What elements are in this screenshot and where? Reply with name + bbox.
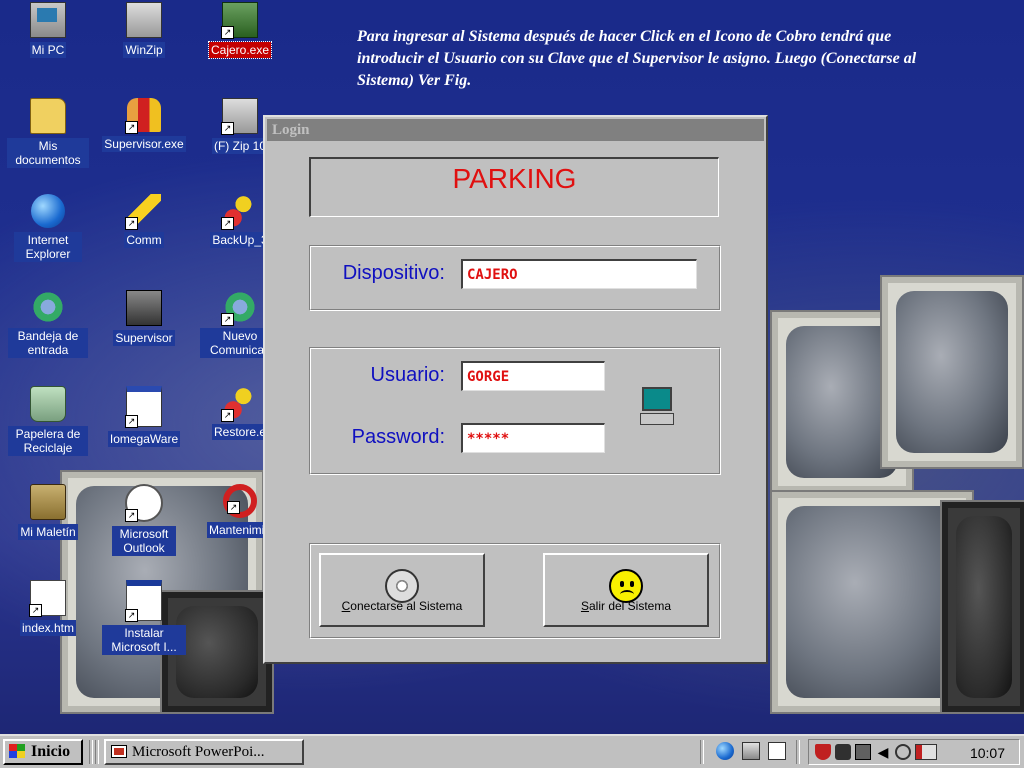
people-icon (125, 98, 161, 134)
html-document-icon (29, 580, 66, 617)
desktop-icon-instalar-ie[interactable]: Instalar Microsoft I... (96, 580, 192, 655)
winzip-icon (126, 2, 162, 38)
sad-face-icon (609, 569, 643, 603)
quicklaunch-desktop-icon[interactable] (742, 742, 760, 760)
inbox-icon (31, 290, 65, 324)
desktop-icon-supervisor-exe[interactable]: Supervisor.exe (96, 98, 192, 152)
taskbar: Inicio Microsoft PowerPoi... ◀ 10:07 (0, 734, 1024, 768)
quicklaunch-edit-icon[interactable] (768, 742, 786, 760)
internet-explorer-icon (31, 194, 65, 228)
instruction-text: Para ingresar al Sistema después de hace… (357, 28, 917, 89)
magnifier-icon[interactable] (895, 744, 911, 760)
network-icon (221, 290, 257, 326)
password-field[interactable] (461, 423, 605, 453)
phone-icon[interactable] (835, 744, 851, 760)
desktop-icon-cajero[interactable]: Cajero.exe (192, 2, 288, 59)
taskbar-separator (796, 740, 800, 764)
window-title[interactable]: Login (267, 119, 764, 141)
recycle-bin-icon (30, 386, 66, 422)
bolt-icon (125, 194, 161, 230)
monitor-icon[interactable] (855, 744, 871, 760)
pinwheel-icon (221, 386, 257, 422)
folder-icon (30, 98, 66, 134)
quicklaunch-ie-icon[interactable] (716, 742, 734, 760)
pinwheel-icon (221, 194, 257, 230)
password-label: Password: (351, 426, 445, 448)
desktop-icon-iomegaware[interactable]: IomegaWare (96, 386, 192, 447)
connect-button[interactable]: Conectarse al Sistema (319, 553, 485, 627)
speaker-icon[interactable]: ◀ (875, 744, 891, 760)
background-tv (940, 500, 1024, 714)
taskbar-separator (89, 740, 93, 764)
keyboard-icon[interactable] (915, 744, 937, 760)
arrows-icon (223, 484, 257, 518)
taskbar-separator (700, 740, 704, 764)
installer-icon (125, 580, 162, 622)
desktop-icon-mi-maletin[interactable]: Mi Maletín (0, 484, 96, 540)
desktop-icon-winzip[interactable]: WinZip (96, 2, 192, 58)
start-button[interactable]: Inicio (3, 739, 83, 765)
calendar-icon (125, 386, 162, 428)
device-field[interactable] (461, 259, 697, 289)
system-tray: ◀ 10:07 (808, 739, 1020, 765)
face-icon (126, 290, 162, 326)
clock[interactable]: 10:07 (970, 744, 1005, 762)
login-window: Login PARKING Dispositivo: Usuario: Pass… (263, 115, 768, 664)
my-computer-icon (30, 2, 66, 38)
desktop-icon-mi-pc[interactable]: Mi PC (0, 2, 96, 58)
exit-button[interactable]: Salir del Sistema (543, 553, 709, 627)
shield-icon[interactable] (815, 744, 831, 760)
desktop-icon-outlook[interactable]: Microsoft Outlook (96, 484, 192, 556)
user-label: Usuario: (370, 364, 445, 386)
app-title-panel: PARKING (309, 157, 719, 217)
desktop-icon-internet-explorer[interactable]: Internet Explorer (0, 194, 96, 262)
desktop-icon-comm[interactable]: Comm (96, 194, 192, 248)
briefcase-icon (30, 484, 66, 520)
desktop-icon-index-htm[interactable]: index.htm (0, 580, 96, 636)
desktop-icon-supervisor[interactable]: Supervisor (96, 290, 192, 346)
disc-icon (385, 569, 419, 603)
taskbar-separator (95, 740, 99, 764)
powerpoint-icon (111, 745, 127, 758)
exit-button-label: Salir del Sistema (580, 599, 672, 613)
desktop-icon-bandeja-entrada[interactable]: Bandeja de entrada (0, 290, 96, 358)
cajero-icon (221, 2, 258, 39)
device-label: Dispositivo: (342, 262, 445, 284)
task-button-powerpoint[interactable]: Microsoft PowerPoi... (104, 739, 304, 765)
username-field[interactable] (461, 361, 605, 391)
connect-button-label: Conectarse al Sistema (341, 599, 463, 613)
background-tv (880, 275, 1024, 469)
outlook-icon (125, 484, 163, 522)
windows-logo-icon (9, 744, 25, 758)
app-title: PARKING (452, 163, 577, 194)
desktop-icon-papelera[interactable]: Papelera de Reciclaje (0, 386, 96, 456)
computer-search-icon (640, 387, 674, 427)
zip-drive-icon (221, 98, 258, 135)
desktop-icon-mis-documentos[interactable]: Mis documentos (0, 98, 96, 168)
